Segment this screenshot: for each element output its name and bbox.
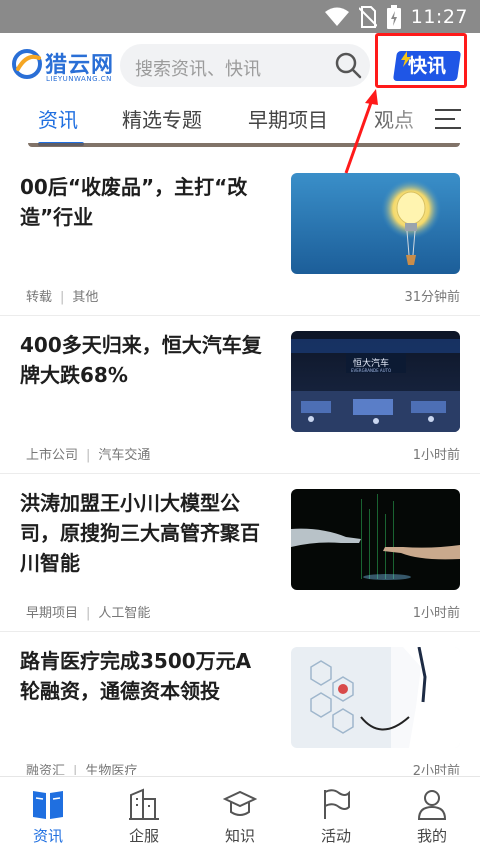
news-item[interactable]: 洪涛加盟王小川大模型公司，原搜狗三大高管齐聚百川智能 早期项目 | 人工智能 1小时… — [0, 474, 480, 632]
tab-featured-topics[interactable]: 精选专题 — [122, 104, 202, 133]
annotation-arrow — [344, 89, 378, 174]
graduation-cap-icon — [223, 790, 257, 816]
search-placeholder: 搜索资讯、快讯 — [135, 59, 261, 80]
news-meta: 融资汇 | 生物医疗 — [26, 760, 137, 775]
news-time: 2小时前 — [412, 764, 460, 775]
news-title[interactable]: 路肯医疗完成3500万元A轮融资，通德资本领投 — [20, 646, 270, 706]
news-title[interactable]: 400多天归来，恒大汽车复牌大跌68% — [20, 330, 270, 390]
search-icon[interactable] — [334, 51, 362, 79]
news-source: 早期项目 — [26, 606, 79, 621]
nav-label: 知识 — [224, 827, 255, 845]
news-thumbnail[interactable] — [291, 173, 460, 274]
person-icon — [417, 790, 447, 820]
status-time: 11:27 — [410, 5, 468, 28]
carousel-edge — [28, 143, 460, 147]
news-source: 转载 — [26, 290, 53, 305]
news-item[interactable]: 400多天归来，恒大汽车复牌大跌68% 上市公司 | 汽车交通 1小时前 恒大汽车 … — [0, 316, 480, 474]
news-thumbnail[interactable] — [291, 647, 460, 748]
auto-show-image: 恒大汽车 EVERGRANDE AUTO — [291, 331, 460, 432]
news-meta: 转载 | 其他 — [26, 286, 98, 305]
news-category: 其他 — [72, 290, 99, 305]
meta-separator: | — [86, 448, 91, 463]
news-source: 融资汇 — [26, 764, 66, 775]
nav-item-enterprise[interactable]: 企服 — [96, 777, 192, 853]
evergrande-sign-en: EVERGRANDE AUTO — [351, 368, 391, 373]
meta-separator: | — [86, 606, 91, 621]
app-logo[interactable]: 猎云网 LIEYUNWANG.CN — [12, 47, 113, 87]
news-thumbnail[interactable]: 恒大汽车 EVERGRANDE AUTO — [291, 331, 460, 432]
medical-doctor-image — [291, 647, 460, 748]
battery-charging-icon — [386, 4, 401, 29]
app-header: 猎云网 LIEYUNWANG.CN 搜索资讯、快讯 快讯 — [0, 33, 480, 96]
book-icon — [33, 791, 63, 819]
news-meta: 早期项目 | 人工智能 — [26, 602, 150, 621]
nav-label: 资讯 — [32, 827, 63, 845]
nav-item-news[interactable]: 资讯 — [0, 777, 96, 853]
news-feed[interactable]: 00后“收废品”，主打“改造”行业 转载 | 其他 31分钟前 400多天归来，… — [0, 158, 480, 775]
logo-mark-icon — [12, 49, 42, 79]
lightbulb-image — [291, 173, 460, 274]
building-icon — [129, 788, 159, 820]
news-source: 上市公司 — [26, 448, 79, 463]
search-input[interactable]: 搜索资讯、快讯 — [120, 44, 370, 87]
category-tabs: 资讯 精选专题 早期项目 观点 — [0, 96, 480, 146]
tab-news[interactable]: 资讯 — [38, 104, 78, 133]
nav-label: 企服 — [128, 827, 159, 845]
meta-separator: | — [60, 290, 65, 305]
news-item[interactable]: 路肯医疗完成3500万元A轮融资，通德资本领投 融资汇 | 生物医疗 2小时前 — [0, 632, 480, 775]
bottom-nav: 资讯 企服 知识 活动 我的 — [0, 776, 480, 853]
tab-early-projects[interactable]: 早期项目 — [248, 104, 328, 133]
nav-item-knowledge[interactable]: 知识 — [192, 777, 288, 853]
news-time: 31分钟前 — [404, 290, 460, 305]
news-category: 生物医疗 — [85, 764, 138, 775]
flag-icon — [324, 789, 350, 819]
news-title[interactable]: 洪涛加盟王小川大模型公司，原搜狗三大高管齐聚百川智能 — [20, 488, 270, 578]
news-category: 汽车交通 — [98, 448, 151, 463]
news-thumbnail[interactable] — [291, 489, 460, 590]
news-time: 1小时前 — [412, 448, 460, 463]
news-time: 1小时前 — [412, 606, 460, 621]
meta-separator: | — [73, 764, 78, 775]
news-category: 人工智能 — [98, 606, 151, 621]
news-meta: 上市公司 | 汽车交通 — [26, 444, 150, 463]
news-item[interactable]: 00后“收废品”，主打“改造”行业 转载 | 其他 31分钟前 — [0, 158, 480, 316]
nav-item-events[interactable]: 活动 — [288, 777, 384, 853]
logo-subtext: LIEYUNWANG.CN — [46, 75, 112, 83]
menu-icon[interactable] — [433, 108, 461, 130]
status-icons: 11:27 — [324, 0, 468, 33]
wifi-icon — [324, 7, 349, 26]
status-bar: 11:27 — [0, 0, 480, 33]
nav-label: 我的 — [416, 827, 447, 845]
nav-item-profile[interactable]: 我的 — [384, 777, 480, 853]
nav-label: 活动 — [320, 827, 351, 845]
ai-hands-image — [291, 489, 460, 590]
flash-news-label: 快讯 — [407, 55, 446, 77]
news-title[interactable]: 00后“收废品”，主打“改造”行业 — [20, 172, 270, 232]
no-sim-icon — [358, 5, 377, 28]
